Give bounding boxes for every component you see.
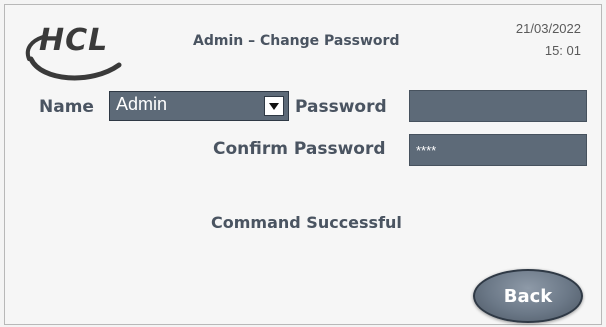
screen-frame: HCL Admin – Change Password 21/03/2022 1… <box>4 4 602 325</box>
confirm-password-field[interactable]: **** <box>409 134 587 166</box>
password-label: Password <box>295 97 387 117</box>
logo-text: HCL <box>39 23 109 58</box>
time-display: 15: 01 <box>544 43 581 58</box>
hcl-logo: HCL <box>21 19 127 81</box>
name-label: Name <box>39 97 94 117</box>
confirm-password-label: Confirm Password <box>213 139 386 159</box>
name-dropdown-value: Admin <box>116 94 168 114</box>
chevron-down-icon[interactable] <box>264 96 284 116</box>
name-dropdown[interactable]: Admin <box>109 91 289 121</box>
status-message: Command Successful <box>211 213 402 232</box>
page-title: Admin – Change Password <box>193 33 400 49</box>
date-display: 21/03/2022 <box>515 21 581 36</box>
back-button[interactable]: Back <box>473 269 583 323</box>
password-field[interactable] <box>409 90 587 122</box>
